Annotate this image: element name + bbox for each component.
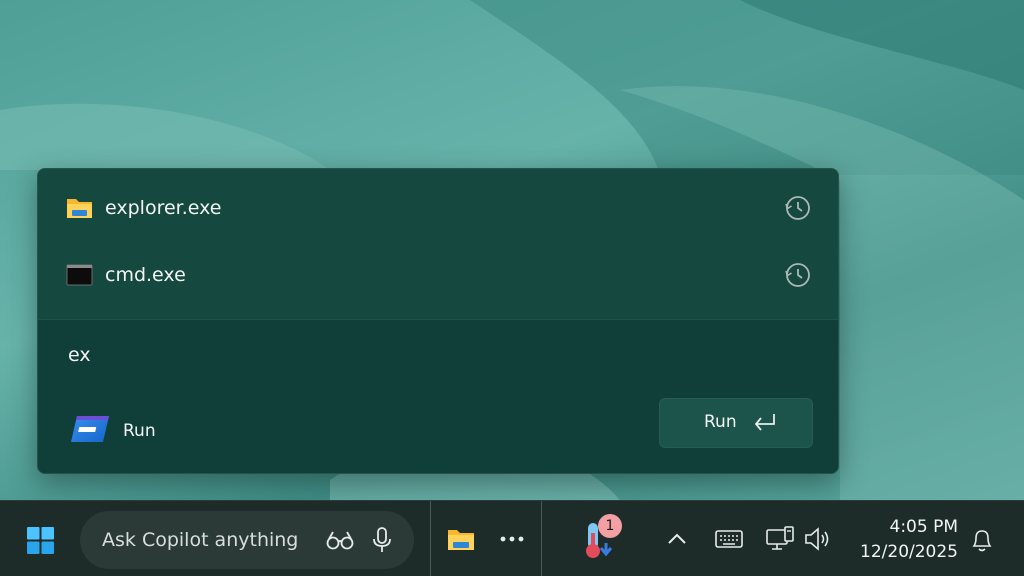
microphone-icon[interactable] [372,526,392,554]
run-input[interactable]: ex [68,344,91,366]
taskbar-separator [430,501,431,576]
run-dialog: explorer.exe cmd.exe ex Run Run [37,168,839,474]
command-prompt-icon [66,264,93,286]
enter-key-icon [754,414,775,431]
run-button-label: Run [704,412,737,432]
history-item-label: explorer.exe [105,197,222,219]
clock-date: 12/20/2025 [860,542,958,562]
volume-icon[interactable] [804,527,832,551]
history-icon[interactable] [784,261,812,289]
notification-bell-icon[interactable] [970,527,994,553]
run-app-label: Run [123,421,156,441]
chevron-up-icon[interactable] [666,530,688,548]
history-item-label: cmd.exe [105,264,186,286]
search-placeholder: Ask Copilot anything [102,529,299,551]
windows-start-icon[interactable] [27,527,54,554]
file-explorer-icon[interactable] [447,527,475,552]
network-icon[interactable] [765,525,795,553]
file-explorer-icon [67,199,92,218]
taskbar-separator [541,501,542,576]
run-app-icon [71,416,109,442]
notification-badge: 1 [598,514,622,538]
clock-time: 4:05 PM [889,517,959,537]
history-item-cmd[interactable]: cmd.exe [38,242,838,308]
glasses-icon[interactable] [326,529,354,551]
run-input-area: ex Run Run [38,320,838,473]
keyboard-icon[interactable] [715,529,743,549]
history-item-explorer[interactable]: explorer.exe [38,175,838,241]
taskbar: Ask Copilot anything 1 4:05 PM 12/20/202… [0,500,1024,576]
system-clock[interactable]: 4:05 PM 12/20/2025 [846,515,958,565]
run-history-list: explorer.exe cmd.exe [38,169,838,319]
history-icon[interactable] [784,194,812,222]
more-icon[interactable] [499,534,525,544]
copilot-search-box[interactable]: Ask Copilot anything [80,511,414,569]
run-button[interactable]: Run [659,398,813,448]
